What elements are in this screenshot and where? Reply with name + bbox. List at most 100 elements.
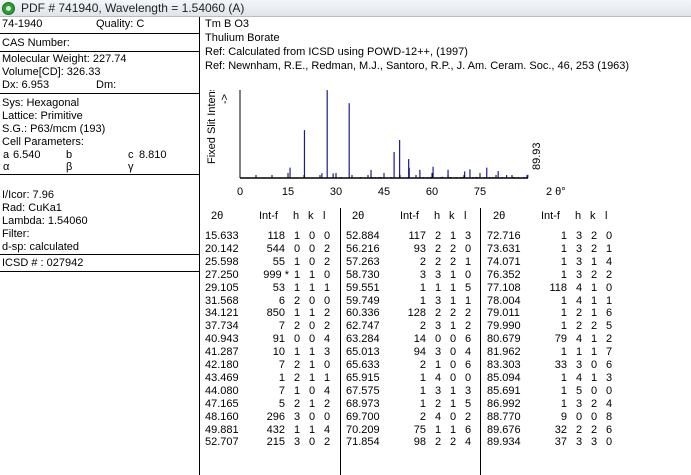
peak-k: 0: [450, 346, 457, 359]
a-label: a: [3, 149, 10, 161]
peak-k: 1: [591, 281, 598, 294]
peak-k: 1: [591, 255, 598, 268]
x-tick-label: 75: [474, 186, 486, 198]
divider: [0, 33, 200, 34]
peak-l: 7: [606, 346, 613, 359]
peak-two-theta: 56.216: [346, 242, 380, 255]
peak-intensity: 10: [272, 346, 285, 359]
peak-intensity: 79: [554, 333, 567, 346]
peak-two-theta: 79.011: [487, 307, 520, 320]
peak-h: 3: [576, 242, 583, 255]
peak-k: 0: [591, 384, 598, 397]
column-separator: [480, 208, 481, 475]
beta-label: β: [66, 161, 73, 173]
peak-h: 2: [294, 320, 301, 333]
c-label: c: [128, 149, 134, 161]
reference-1: Ref: Calculated from ICSD using POWD-12+…: [205, 46, 468, 58]
peak-intensity: 91: [272, 333, 285, 346]
peak-k: 2: [450, 255, 457, 268]
peak-h: 1: [435, 359, 442, 371]
volume-cd: Volume[CD]: 326.33: [2, 66, 101, 78]
peak-intensity: 6: [278, 294, 285, 307]
peak-k: 0: [450, 333, 457, 346]
y-axis-arrow: ->: [219, 94, 231, 104]
quality-label: Quality: C: [96, 18, 145, 30]
peak-l: 4: [324, 384, 331, 397]
peak-h: 3: [576, 230, 583, 242]
peak-k: 2: [591, 230, 598, 242]
peak-two-theta: 85.691: [487, 384, 521, 397]
space-group: S.G.: P63/mcm (193): [2, 123, 106, 135]
peak-k: 1: [591, 371, 598, 384]
peak-h: 1: [435, 281, 442, 294]
peak-intensity: 1: [419, 397, 426, 410]
peak-l: 2: [465, 410, 472, 423]
peak-k: 2: [591, 320, 598, 333]
peak-l: 6: [606, 307, 613, 320]
peak-h: 5: [576, 384, 583, 397]
peak-intensity: 55: [272, 255, 285, 268]
peak-l: 2: [324, 436, 331, 449]
peak-h: 1: [435, 423, 442, 436]
peak-k: 1: [591, 294, 598, 307]
column-header-l: l: [464, 210, 467, 222]
column-header-h: h: [293, 210, 300, 222]
peak-l: 3: [465, 230, 472, 242]
title-bar[interactable]: PDF # 741940, Wavelength = 1.54060 (A): [0, 0, 691, 17]
peak-l: 1: [465, 294, 472, 307]
peak-l: 0: [465, 371, 472, 384]
peak-k: 1: [591, 333, 598, 346]
icsd-number: ICSD # : 027942: [2, 257, 84, 269]
peak-two-theta: 65.633: [346, 359, 380, 371]
peak-intensity: 37: [554, 436, 567, 449]
peak-two-theta: 41.287: [205, 346, 239, 359]
peak-intensity: 118: [267, 230, 285, 242]
peak-intensity: 1: [560, 346, 567, 359]
column-header-two-theta: 2θ: [211, 210, 224, 222]
peak-k: 1: [450, 384, 457, 397]
peak-k: 1: [309, 423, 316, 436]
peak-two-theta: 49.881: [205, 423, 239, 436]
peak-h: 3: [576, 436, 583, 449]
peak-l: 6: [465, 359, 472, 371]
peak-two-theta: 74.071: [487, 255, 521, 268]
peak-k: 0: [309, 294, 316, 307]
peak-l: 0: [324, 410, 331, 423]
peak-two-theta: 68.973: [346, 397, 380, 410]
peak-intensity: 2: [419, 359, 426, 371]
peak-l: 0: [324, 230, 331, 242]
divider: [0, 271, 200, 272]
peak-k: 3: [591, 436, 598, 449]
peak-h: 2: [435, 242, 442, 255]
x-axis-label: 2 θ°: [546, 186, 566, 198]
peak-l: 0: [606, 436, 613, 449]
peak-two-theta: 85.094: [487, 371, 521, 384]
peak-two-theta: 25.598: [205, 255, 239, 268]
peak-k: 1: [450, 294, 457, 307]
peak-l: 6: [606, 423, 613, 436]
peak-l: 5: [606, 320, 613, 333]
peak-h: 2: [435, 255, 442, 268]
peak-two-theta: 59.551: [346, 281, 380, 294]
column-header-l: l: [605, 210, 608, 222]
peak-intensity: 2: [419, 410, 426, 423]
peak-two-theta: 58.730: [346, 268, 380, 281]
peak-h: 4: [576, 333, 583, 346]
c-value: 8.810: [139, 149, 167, 161]
peak-h: 3: [435, 294, 442, 307]
peak-two-theta: 71.854: [346, 436, 380, 449]
peak-h: 2: [435, 397, 442, 410]
peak-intensity: 93: [413, 242, 426, 255]
peak-l: 1: [465, 255, 472, 268]
peak-k: 1: [309, 268, 316, 281]
molecular-weight: Molecular Weight: 227.74: [2, 53, 127, 65]
peak-l: 4: [465, 346, 472, 359]
peak-k: 1: [309, 281, 316, 294]
peak-k: 0: [309, 410, 316, 423]
peak-h: 2: [294, 359, 301, 371]
peak-h: 3: [435, 346, 442, 359]
peak-k: 0: [309, 320, 316, 333]
peak-k: 0: [450, 359, 457, 371]
column-header-two-theta: 2θ: [352, 210, 365, 222]
peak-l: 6: [465, 423, 472, 436]
